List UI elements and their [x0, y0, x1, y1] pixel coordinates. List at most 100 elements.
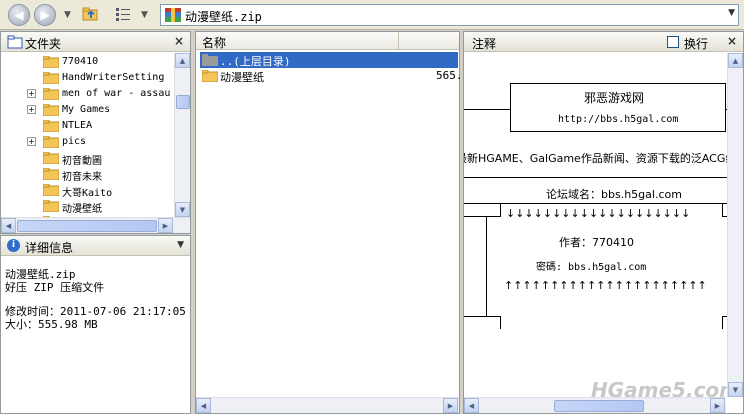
folder-tree-item[interactable]: + men of war - assau [1, 86, 174, 102]
comment-panel-title: 注释 [472, 37, 497, 51]
folder-tree-label: 初音未来 [62, 172, 102, 183]
address-dropdown-icon[interactable]: ▼ [728, 8, 735, 18]
wrap-label: 换行 [684, 37, 709, 51]
name-column-header[interactable]: 名称 [202, 34, 226, 51]
forward-arrow-icon: ▶ [40, 8, 50, 22]
ascii-line [722, 204, 723, 217]
scroll-thumb[interactable] [17, 220, 157, 232]
file-row[interactable]: 动漫壁纸 565. [200, 68, 463, 84]
site-url: http://bbs.h5gal.com [558, 114, 679, 125]
ascii-line [464, 177, 743, 178]
collapse-chevron-icon[interactable]: ▼ [177, 240, 184, 250]
scroll-down-button[interactable]: ▼ [728, 382, 743, 397]
up-folder-icon[interactable] [82, 6, 100, 22]
folder-tree-item[interactable]: NTLEA [1, 118, 174, 134]
column-divider[interactable] [398, 32, 399, 49]
ascii-line [464, 216, 500, 217]
ascii-line [500, 204, 501, 217]
folder-tree-item[interactable]: 770410 [1, 54, 174, 70]
folder-icon [43, 56, 59, 68]
folder-icon [43, 152, 59, 164]
ascii-line [486, 216, 487, 316]
scroll-left-button[interactable]: ◀ [464, 398, 479, 413]
close-icon[interactable]: × [174, 34, 184, 48]
folder-icon [43, 200, 59, 212]
folder-tree-label: men of war - assau [62, 88, 171, 99]
folder-icon [43, 168, 59, 180]
folder-tree-item[interactable]: HandWriterSetting [1, 70, 174, 86]
folder-icon [43, 104, 59, 116]
details-panel-title: 详细信息 [25, 241, 74, 255]
file-row-parent[interactable]: ..(上层目录) [200, 52, 458, 68]
comment-panel: 注释 换行 × 邪恶游戏网 http://bbs.h5gal.com 最新HGA… [463, 31, 744, 414]
folder-tree-item[interactable]: 大哥Kaito [1, 182, 174, 199]
back-button[interactable]: ◀ [8, 4, 30, 26]
expand-icon[interactable]: + [27, 89, 36, 98]
scroll-up-button[interactable]: ▲ [728, 53, 743, 68]
file-list-panel: 名称 ..(上层目录) 动漫壁纸 565. ◀ ▶ [195, 31, 463, 414]
scroll-up-button[interactable]: ▲ [175, 53, 190, 68]
forward-button[interactable]: ▶ [34, 4, 56, 26]
scroll-left-button[interactable]: ◀ [1, 218, 16, 233]
folder-tree-label: My Games [62, 104, 111, 115]
wrap-checkbox[interactable] [667, 36, 679, 48]
folder-vertical-scrollbar[interactable]: ▲ ▼ [174, 53, 190, 217]
folder-tree-label: 大哥Kaito [62, 188, 113, 199]
detail-size: 大小：555.98 MB [5, 318, 98, 331]
scroll-thumb[interactable] [176, 95, 190, 109]
ascii-line [464, 109, 510, 110]
folder-horizontal-scrollbar[interactable]: ◀ ▶ [1, 217, 190, 233]
zip-archive-icon [165, 8, 181, 22]
folder-panel: 文件夹 × 770410 HandWriterSetting + men of war… [0, 31, 191, 234]
folder-tree-label: 初音動圖 [62, 156, 102, 167]
expand-icon[interactable]: + [27, 105, 36, 114]
ascii-line [464, 316, 500, 317]
folder-tree-label: pics [62, 136, 87, 147]
details-panel-header: i 详细信息 ▼ [1, 236, 190, 256]
scroll-right-button[interactable]: ▶ [710, 398, 725, 413]
close-icon[interactable]: × [727, 34, 737, 48]
details-panel: i 详细信息 ▼ 动漫壁纸.zip 好压 ZIP 压缩文件 修改时间：2011-… [0, 235, 191, 414]
forum-domain: 论坛域名：bbs.h5gal.com [546, 188, 682, 201]
file-name: 动漫壁纸 [220, 71, 264, 84]
comment-panel-header: 注释 换行 × [464, 32, 743, 52]
folder-tree-label: NTLEA [62, 120, 93, 131]
folder-tree-item[interactable]: 动漫壁纸 [1, 198, 174, 215]
folder-icon [43, 120, 59, 132]
comment-horizontal-scrollbar[interactable]: ◀ ▶ [464, 397, 726, 413]
scroll-right-button[interactable]: ▶ [158, 218, 173, 233]
expand-icon[interactable]: + [27, 137, 36, 146]
folder-icon [43, 88, 59, 100]
file-list-horizontal-scrollbar[interactable]: ◀ ▶ [196, 397, 459, 413]
folder-tree-item[interactable]: + pics [1, 134, 174, 150]
view-dropdown-icon[interactable]: ▼ [141, 10, 148, 20]
toolbar: ◀ ▶ ▼ ▼ 动漫壁纸.zip ▼ [0, 0, 744, 30]
author: 作者：770410 [559, 236, 634, 249]
file-size: 565. [436, 69, 463, 82]
detail-filetype: 好压 ZIP 压缩文件 [5, 281, 105, 294]
folder-icon [7, 35, 23, 49]
comment-vertical-scrollbar[interactable]: ▲ ▼ [727, 53, 743, 397]
ascii-line [500, 316, 501, 329]
folder-tree-item[interactable]: + My Games [1, 102, 174, 118]
folder-panel-header: 文件夹 × [1, 32, 190, 52]
folder-tree-label: 动漫壁纸 [62, 204, 102, 215]
scroll-thumb[interactable] [554, 400, 644, 412]
folder-tree-item[interactable]: 初音未来 [1, 166, 174, 183]
info-icon: i [7, 239, 20, 252]
folder-tree-label: 770410 [62, 56, 99, 67]
password: 密碼: bbs.h5gal.com [536, 262, 647, 273]
scroll-right-button[interactable]: ▶ [443, 398, 458, 413]
scroll-down-button[interactable]: ▼ [175, 202, 190, 217]
address-bar[interactable]: 动漫壁纸.zip ▼ [160, 4, 739, 26]
view-mode-icon[interactable] [114, 6, 132, 22]
file-list-header: 名称 [196, 32, 459, 50]
file-name: ..(上层目录) [220, 55, 291, 68]
down-arrows: ↓↓↓↓↓↓↓↓↓↓↓↓↓↓↓↓↓↓↓↓ [506, 207, 691, 220]
scroll-left-button[interactable]: ◀ [196, 398, 211, 413]
comment-content: 邪恶游戏网 http://bbs.h5gal.com 最新HGAME、GalGa… [464, 53, 743, 407]
folder-tree-item[interactable]: 初音動圖 [1, 150, 174, 167]
folder-icon [202, 54, 218, 66]
ascii-line [722, 316, 723, 329]
history-dropdown-icon[interactable]: ▼ [64, 10, 71, 20]
